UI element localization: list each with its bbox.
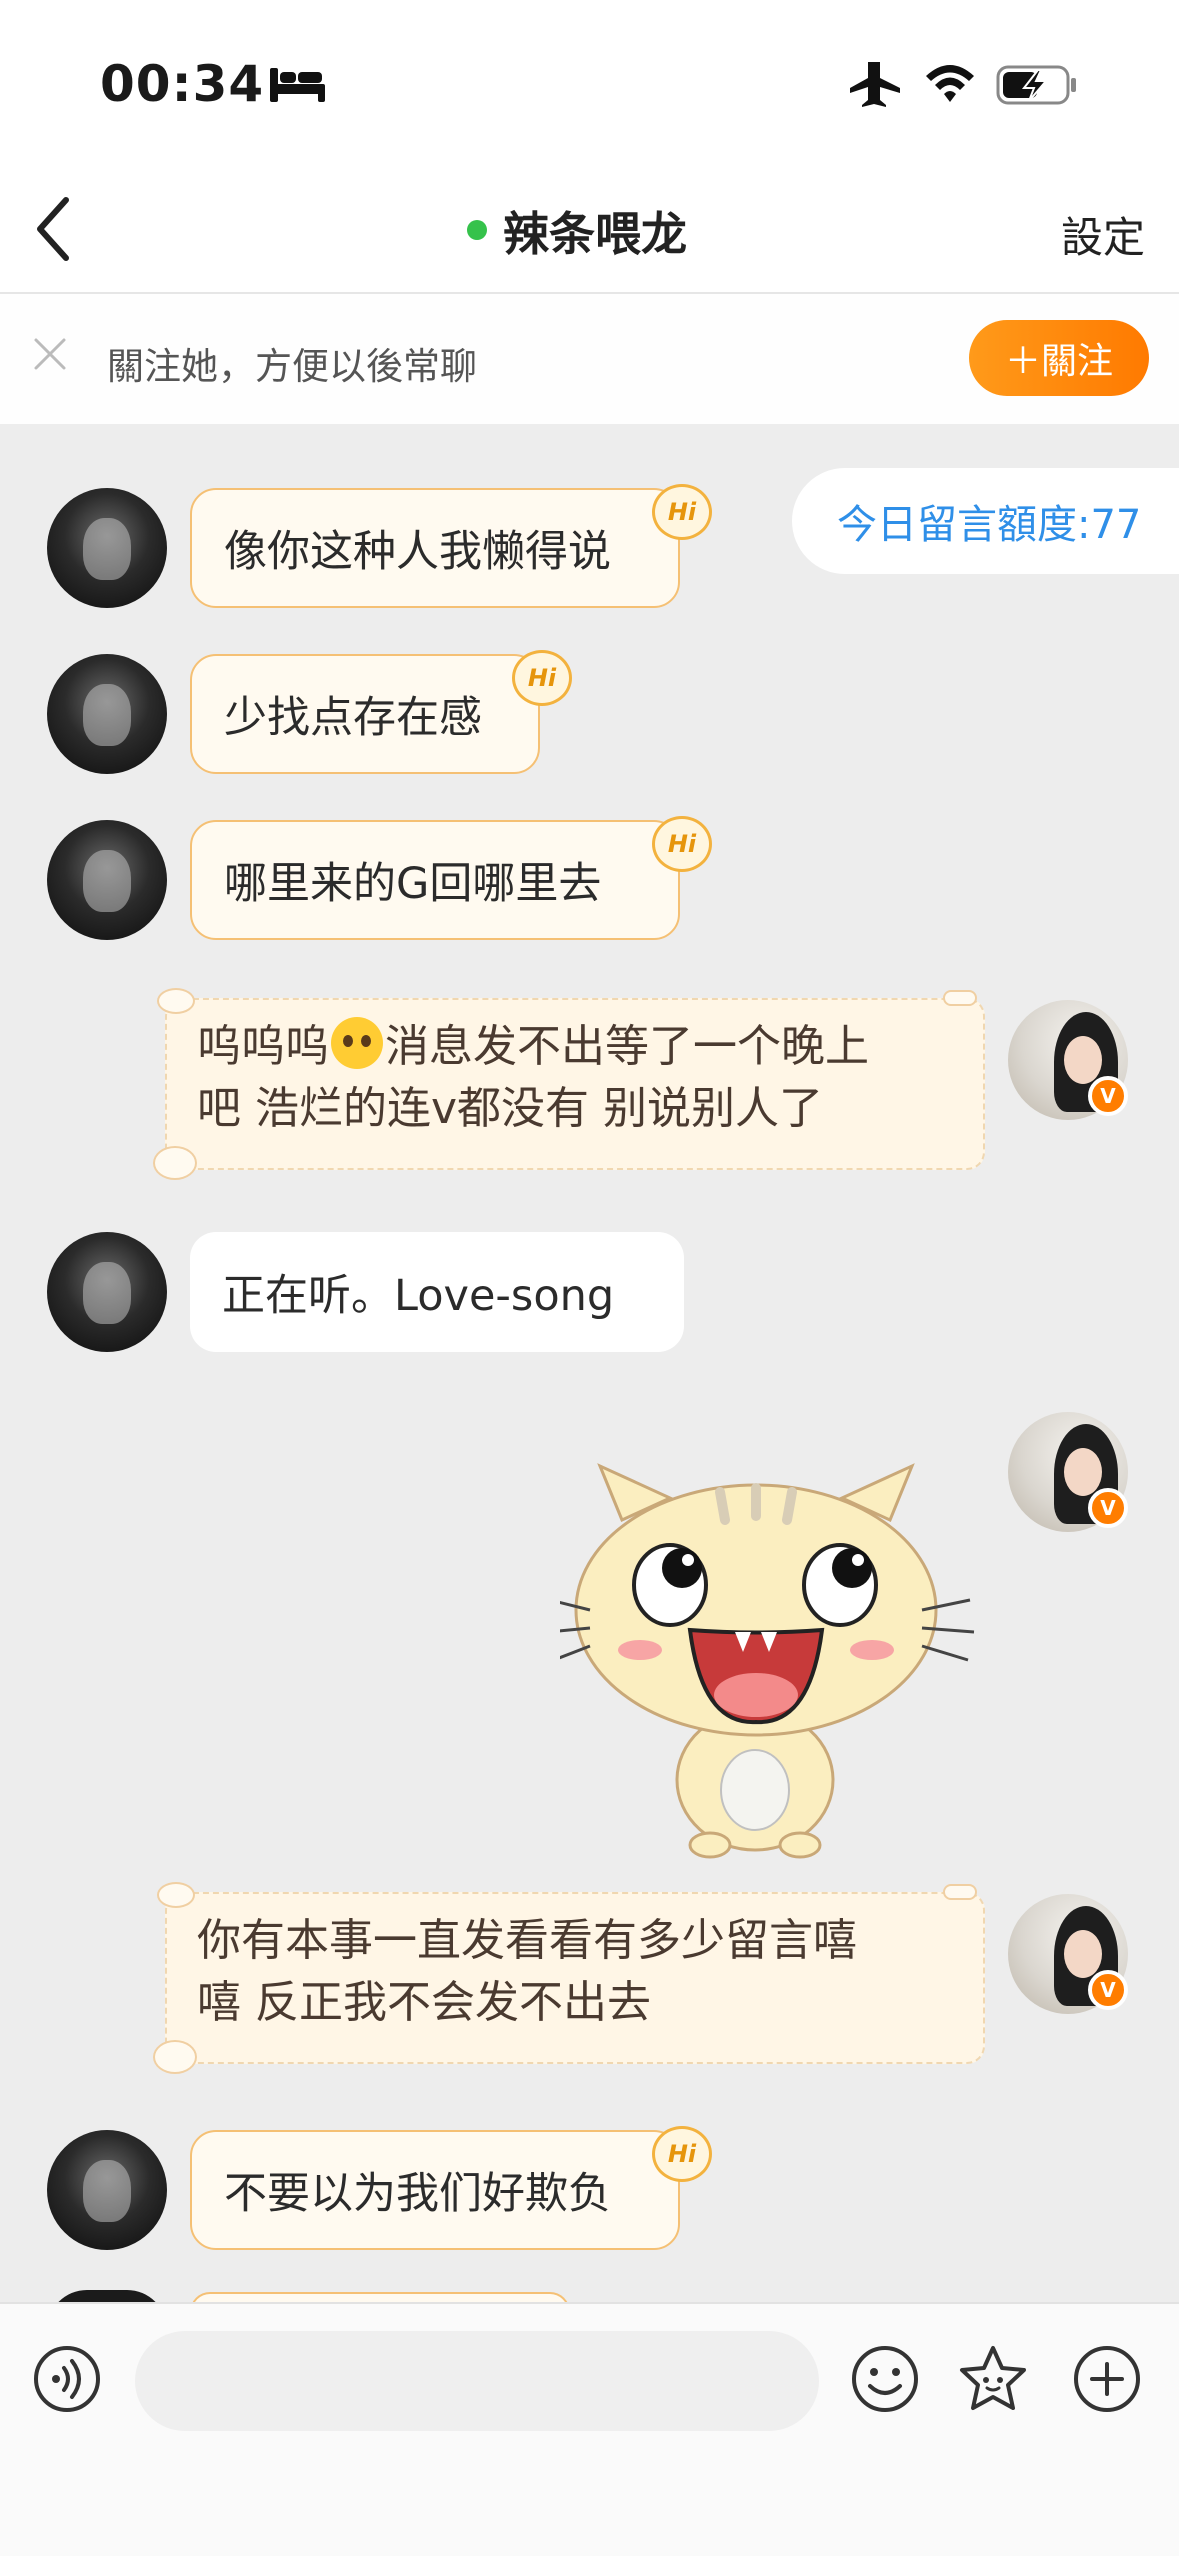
sticker-icon[interactable] [958, 2344, 1028, 2414]
hi-badge-icon: Hi [652, 2126, 712, 2182]
hi-badge-icon: Hi [652, 484, 712, 540]
chat-title: 辣条喂龙 [503, 207, 687, 261]
message-input[interactable] [135, 2331, 819, 2431]
plus-icon[interactable] [1072, 2344, 1142, 2414]
battery-charging-icon [996, 65, 1076, 105]
emoji-icon[interactable] [850, 2344, 920, 2414]
message-line: 你有本事一直发看看有多少留言嘻 [197, 1915, 857, 1966]
close-icon[interactable] [32, 336, 68, 372]
message-bubble[interactable]: 正在听。Love-song [190, 1232, 684, 1352]
bubble-decoration-icon [943, 1884, 977, 1900]
message-line: 吧 浩烂的连v都没有 别说别人了 [197, 1083, 824, 1134]
message-bubble[interactable]: 少找点存在感 [190, 654, 540, 774]
sender-avatar[interactable] [47, 2130, 167, 2250]
input-bar [0, 2302, 1179, 2556]
verified-badge-icon: V [1088, 1970, 1128, 2010]
wifi-icon [926, 65, 974, 102]
voice-icon[interactable] [32, 2344, 102, 2414]
airplane-icon [850, 62, 900, 107]
bubble-decoration-icon [153, 2040, 197, 2074]
message-bubble[interactable]: 呜呜呜 消息发不出等了一个晚上 吧 浩烂的连v都没有 别说别人了 [153, 988, 985, 1180]
cat-sticker[interactable] [560, 1460, 980, 1860]
message-quota-badge: 今日留言額度:77 [792, 468, 1179, 574]
status-time: 00:34 [100, 55, 265, 113]
online-status-dot [467, 220, 487, 240]
hi-badge-icon: Hi [652, 816, 712, 872]
pleading-face-emoji-icon [331, 1017, 383, 1069]
message-bubble[interactable]: 哪里来的G回哪里去 [190, 820, 680, 940]
message-bubble[interactable]: 你有本事一直发看看有多少留言嘻 嘻 反正我不会发不出去 [153, 1882, 985, 2074]
verified-badge-icon: V [1088, 1076, 1128, 1116]
bubble-decoration-icon [157, 1882, 195, 1908]
sender-avatar[interactable] [47, 1232, 167, 1352]
bed-icon [270, 68, 325, 102]
message-bubble[interactable]: 不要以为我们好欺负 [190, 2130, 680, 2250]
hi-badge-icon: Hi [512, 650, 572, 706]
sender-avatar[interactable] [47, 654, 167, 774]
bubble-decoration-icon [153, 1146, 197, 1180]
message-line: 嘻 反正我不会发不出去 [197, 1977, 651, 2028]
sender-avatar[interactable] [47, 820, 167, 940]
verified-badge-icon: V [1088, 1488, 1128, 1528]
bubble-decoration-icon [943, 990, 977, 1006]
status-bar: 00:34 [0, 0, 1179, 170]
settings-button[interactable]: 設定 [1061, 204, 1145, 265]
sender-avatar[interactable] [47, 488, 167, 608]
follow-banner-text: 關注她，方便以後常聊 [107, 345, 477, 388]
bubble-decoration-icon [157, 988, 195, 1014]
nav-bar: 辣条喂龙 設定 [0, 170, 1179, 294]
back-icon[interactable] [30, 194, 80, 264]
follow-banner: 關注她，方便以後常聊 ＋關注 [0, 294, 1179, 424]
follow-button[interactable]: ＋關注 [969, 320, 1149, 396]
message-bubble[interactable]: 像你这种人我懒得说 [190, 488, 680, 608]
message-line: 呜呜呜 消息发不出等了一个晚上 [197, 1016, 953, 1078]
